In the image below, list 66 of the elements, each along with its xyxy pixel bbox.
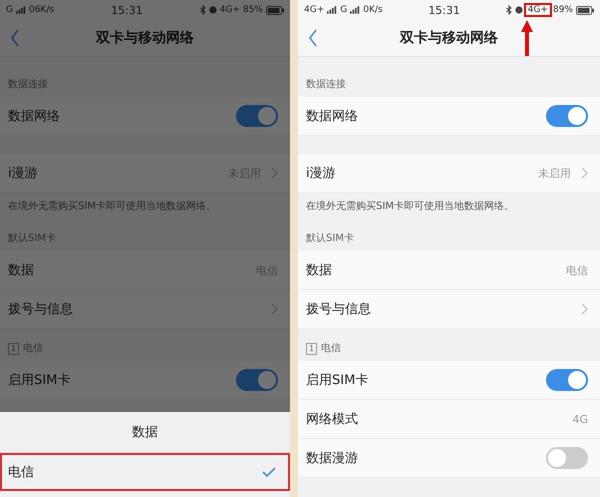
toggle-switch[interactable]	[236, 369, 278, 391]
row-label: i漫游	[8, 165, 38, 182]
bluetooth-icon	[200, 5, 206, 15]
clock-time: 15:31	[428, 4, 460, 16]
sheet-option[interactable]: 电信	[0, 453, 290, 491]
sheet-title: 数据	[0, 412, 290, 453]
settings-row[interactable]: 拨号与信息	[298, 290, 600, 329]
network-type: 4G+	[526, 5, 550, 15]
hint-text: 在境外无需购买SIM卡即可使用当地数据网络。	[7, 200, 217, 214]
screen-title: 双卡与移动网络	[400, 29, 498, 47]
network-type: 4G+	[220, 5, 240, 15]
battery-percent: 89%	[552, 5, 573, 15]
section-header: 默认SIM卡	[8, 232, 56, 245]
section-header: 电信	[23, 342, 44, 355]
back-icon[interactable]	[10, 29, 20, 47]
settings-row[interactable]: 拨号与信息	[0, 290, 290, 329]
battery-percent: 85%	[242, 5, 263, 15]
toggle-switch[interactable]	[546, 105, 588, 127]
data-speed: 06K/s	[28, 5, 54, 15]
settings-row[interactable]: i漫游 未启用	[298, 154, 600, 193]
option-label: 电信	[8, 464, 34, 481]
toggle-switch[interactable]	[546, 447, 588, 469]
network-label: 4G+	[304, 5, 324, 15]
screen-title: 双卡与移动网络	[96, 29, 194, 47]
network-label: G	[340, 5, 348, 15]
signal-icon	[327, 6, 338, 14]
section-header: 数据连接	[306, 78, 346, 91]
row-value: 未启用	[538, 166, 571, 180]
settings-row[interactable]: 启用SIM卡	[298, 361, 600, 400]
settings-row[interactable]: 数据网络	[298, 97, 600, 136]
data-speed: 0K/s	[363, 5, 383, 15]
row-label: 数据	[306, 262, 332, 279]
sim-card-icon: 1	[8, 343, 20, 355]
settings-row[interactable]: 数据 电信	[298, 251, 600, 290]
settings-row[interactable]: 数据网络	[0, 97, 290, 136]
row-label: 数据	[8, 262, 34, 279]
back-icon[interactable]	[308, 29, 318, 47]
row-label: 网络模式	[306, 411, 358, 428]
settings-row[interactable]: 启用SIM卡	[0, 361, 290, 400]
section-header: 电信	[321, 342, 342, 355]
signal-icon	[16, 6, 26, 14]
row-label: 数据漫游	[306, 450, 358, 467]
row-value: 4G	[572, 412, 588, 426]
section-header: 默认SIM卡	[306, 232, 354, 245]
sim-card-icon: 1	[306, 343, 318, 355]
section-header: 数据连接	[8, 78, 48, 91]
row-label: 拨号与信息	[306, 301, 371, 318]
row-label: i漫游	[306, 165, 336, 182]
row-label: 启用SIM卡	[306, 372, 368, 389]
clock-time: 15:31	[111, 4, 143, 16]
row-label: 拨号与信息	[8, 301, 73, 318]
row-label: 数据网络	[8, 108, 60, 125]
signal-icon	[350, 6, 360, 14]
battery-icon	[576, 6, 594, 14]
battery-icon	[266, 6, 284, 14]
bluetooth-icon	[506, 5, 512, 15]
settings-row[interactable]: 网络模式 4G	[298, 400, 600, 439]
row-label: 数据网络	[306, 108, 358, 125]
toggle-switch[interactable]	[236, 105, 278, 127]
network-label: G	[6, 5, 13, 15]
toggle-switch[interactable]	[546, 369, 588, 391]
hint-text: 在境外无需购买SIM卡即可使用当地数据网络。	[305, 200, 515, 214]
row-value: 电信	[566, 262, 588, 278]
settings-row[interactable]: 数据漫游	[298, 439, 600, 478]
check-icon	[262, 467, 276, 477]
row-label: 启用SIM卡	[8, 372, 70, 389]
